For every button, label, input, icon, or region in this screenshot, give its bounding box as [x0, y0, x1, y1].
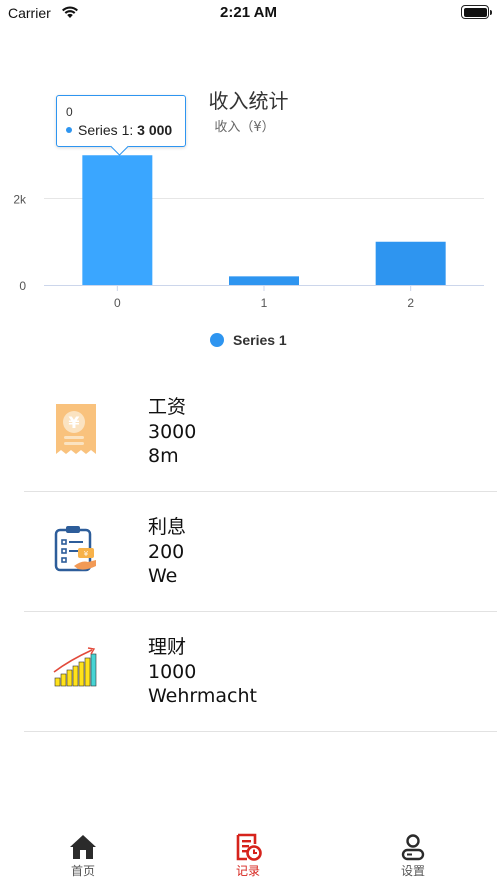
- record-note: 8m: [148, 445, 179, 467]
- y-tick-label: 2k: [13, 193, 27, 207]
- tooltip-value: 3 000: [137, 122, 173, 138]
- list-item[interactable]: ¥ 工资 3000 8m: [0, 372, 497, 492]
- x-tick-label: 0: [114, 296, 121, 310]
- tooltip-row: Series 1: 3 000: [66, 122, 172, 138]
- record-note: Wehrmacht: [148, 685, 257, 707]
- home-icon: [68, 832, 98, 862]
- record-category: 工资: [148, 396, 187, 418]
- record-text: 工资 3000 8m: [148, 395, 196, 469]
- settings-user-icon: [398, 832, 428, 862]
- tooltip-header: 0: [66, 105, 73, 119]
- investment-growth-icon: [52, 642, 100, 698]
- legend-dot-icon: [210, 333, 224, 347]
- record-category: 理财: [148, 636, 187, 658]
- divider: [24, 731, 497, 732]
- tab-label: 记录: [235, 864, 260, 878]
- tooltip-series-name: Series 1:: [78, 122, 134, 138]
- y-tick-label: 0: [19, 279, 26, 293]
- legend-label: Series 1: [233, 332, 287, 348]
- interest-clipboard-icon: ¥: [52, 522, 100, 578]
- status-bar: Carrier 2:21 AM: [0, 0, 497, 26]
- record-category: 利息: [148, 516, 187, 538]
- tab-label: 首页: [70, 864, 95, 878]
- tab-bar: 首页 记录 设置: [0, 826, 497, 883]
- status-time: 2:21 AM: [220, 4, 277, 21]
- svg-text:¥: ¥: [84, 550, 89, 558]
- chart-legend-item[interactable]: Series 1: [210, 330, 287, 350]
- list-item[interactable]: ¥ 利息 200 We: [0, 492, 497, 612]
- record-amount: 1000: [148, 660, 197, 683]
- bar[interactable]: [82, 155, 153, 285]
- bar[interactable]: [229, 276, 299, 285]
- battery-icon: [461, 5, 492, 19]
- tooltip-series-dot: [66, 127, 72, 133]
- chart-tooltip: 0 Series 1: 3 000: [56, 95, 186, 147]
- record-amount: 200: [148, 540, 185, 563]
- salary-receipt-icon: ¥: [52, 402, 100, 458]
- x-tick-label: 2: [407, 296, 414, 310]
- record-text: 理财 1000 Wehrmacht: [148, 635, 257, 709]
- tab-label: 设置: [400, 864, 425, 878]
- income-bar-chart: 0 2k 0 1 2: [13, 155, 484, 310]
- x-tick-label: 1: [261, 296, 268, 310]
- svg-text:¥: ¥: [68, 413, 79, 432]
- list-item[interactable]: 理财 1000 Wehrmacht: [0, 612, 497, 732]
- tab-settings[interactable]: 设置: [383, 826, 443, 883]
- tab-record[interactable]: 记录: [218, 826, 278, 883]
- tab-home[interactable]: 首页: [53, 826, 113, 883]
- record-text: 利息 200 We: [148, 515, 186, 589]
- record-list: ¥ 工资 3000 8m ¥ 利息 200 We 理财 1000 Wehrmac…: [0, 372, 497, 732]
- record-icon: [233, 832, 263, 862]
- bar[interactable]: [375, 241, 446, 285]
- record-note: We: [148, 565, 178, 587]
- record-amount: 3000: [148, 420, 197, 443]
